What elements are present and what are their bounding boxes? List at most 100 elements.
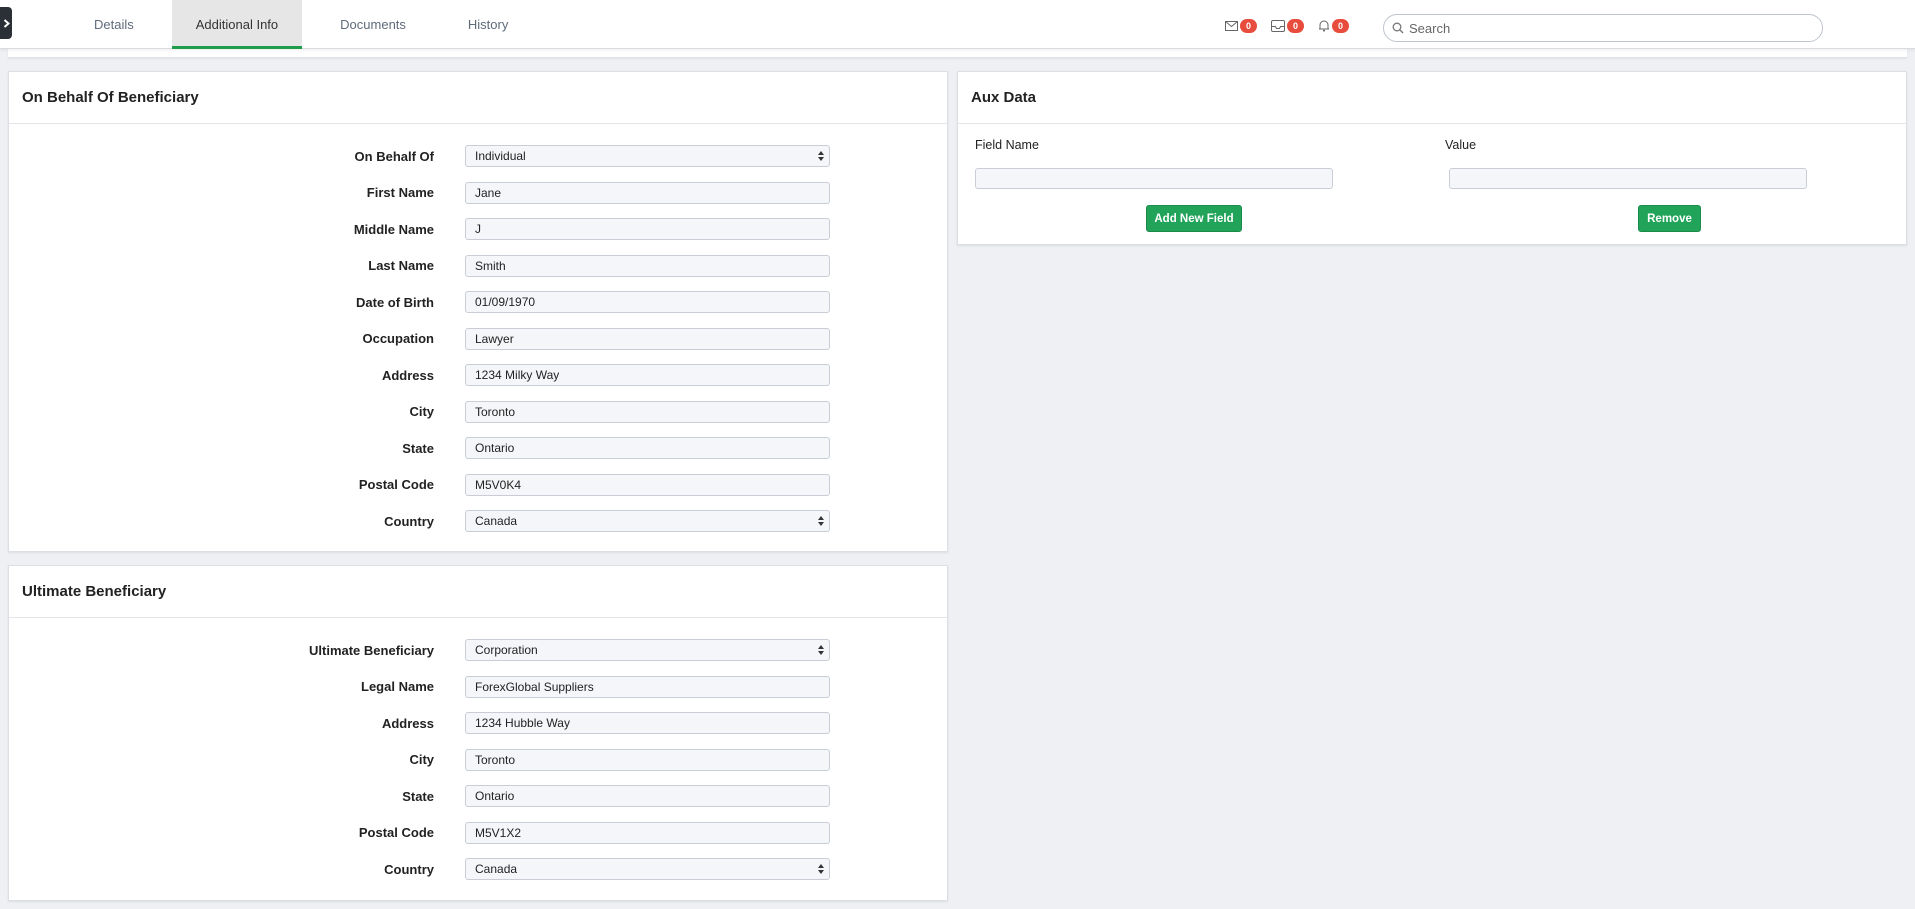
state-label: State: [402, 440, 434, 456]
bell-icon: [1319, 20, 1329, 32]
search-box[interactable]: [1383, 14, 1823, 42]
address-field[interactable]: 1234 Hubble Way: [465, 712, 830, 735]
aux-value-input[interactable]: [1449, 168, 1807, 189]
form-row-middle-name: Middle Name J: [9, 211, 947, 248]
sidebar-toggle-button[interactable]: [0, 7, 12, 39]
postal-code-field[interactable]: M5V0K4: [465, 473, 830, 496]
tab-bar: Details Additional Info Documents Histor…: [70, 0, 546, 49]
date-of-birth-field[interactable]: 01/09/1970: [465, 291, 830, 314]
form-row-date-of-birth: Date of Birth 01/09/1970: [9, 284, 947, 321]
tab-documents[interactable]: Documents: [316, 0, 430, 49]
city-value: Toronto: [475, 404, 516, 419]
address-value: 1234 Milky Way: [475, 368, 560, 383]
form-row-city: City Toronto: [9, 394, 947, 431]
postal-code-value: M5V0K4: [475, 477, 522, 492]
on-behalf-form: On Behalf Of Individual First Name Jane Midd…: [9, 124, 947, 540]
search-icon: [1392, 22, 1404, 34]
top-bar: Details Additional Info Documents Histor…: [0, 0, 1915, 49]
city-field[interactable]: Toronto: [465, 748, 830, 771]
state-field[interactable]: Ontario: [465, 785, 830, 808]
country-value: Canada: [475, 862, 518, 877]
panel-title: Ultimate Beneficiary: [9, 566, 947, 618]
form-row-city: City Toronto: [9, 742, 947, 779]
ultimate-beneficiary-form: Ultimate Beneficiary Corporation Legal Nam…: [9, 618, 947, 888]
occupation-value: Lawyer: [475, 331, 514, 346]
legal-name-label: Legal Name: [361, 679, 434, 695]
middle-name-value: J: [475, 222, 481, 237]
ultimate-beneficiary-panel: Ultimate Beneficiary Ultimate Beneficiar…: [8, 565, 948, 901]
date-of-birth-label: Date of Birth: [356, 294, 434, 310]
form-row-country: Country Canada: [9, 503, 947, 540]
legal-name-value: ForexGlobal Suppliers: [475, 679, 594, 694]
aux-data-panel: Aux Data Field Name Value Add New Field …: [957, 71, 1907, 245]
postal-code-label: Postal Code: [358, 825, 434, 841]
search-input[interactable]: [1409, 20, 1809, 36]
last-name-field[interactable]: Smith: [465, 254, 830, 277]
on-behalf-of-value: Individual: [475, 149, 526, 164]
form-row-state: State Ontario: [9, 430, 947, 467]
legal-name-field[interactable]: ForexGlobal Suppliers: [465, 675, 830, 698]
chevron-right-icon: [3, 18, 10, 28]
value-header: Value: [1445, 138, 1477, 152]
occupation-field[interactable]: Lawyer: [465, 327, 830, 350]
middle-name-label: Middle Name: [353, 221, 434, 237]
city-field[interactable]: Toronto: [465, 400, 830, 423]
select-arrows-icon: [818, 645, 824, 656]
form-row-state: State Ontario: [9, 778, 947, 815]
address-label: Address: [381, 367, 434, 383]
city-label: City: [409, 404, 434, 420]
form-row-first-name: First Name Jane: [9, 175, 947, 212]
aux-field-name-input[interactable]: [975, 168, 1333, 189]
postal-code-field[interactable]: M5V1X2: [465, 821, 830, 844]
on-behalf-of-label: On Behalf Of: [354, 148, 434, 164]
country-label: Country: [384, 513, 434, 529]
country-label: Country: [384, 861, 434, 877]
middle-name-field[interactable]: J: [465, 218, 830, 241]
notification-area: 0 0 0: [1225, 19, 1363, 33]
postal-code-value: M5V1X2: [475, 825, 522, 840]
state-value: Ontario: [475, 441, 515, 456]
ultimate-beneficiary-select[interactable]: Corporation: [465, 639, 830, 662]
ultimate-beneficiary-value: Corporation: [475, 643, 538, 658]
country-select[interactable]: Canada: [465, 510, 830, 533]
form-row-address: Address 1234 Hubble Way: [9, 705, 947, 742]
envelope-icon: [1225, 21, 1238, 31]
on-behalf-of-select[interactable]: Individual: [465, 145, 830, 168]
messages-button[interactable]: 0: [1225, 19, 1257, 33]
city-value: Toronto: [475, 752, 516, 767]
form-row-postal-code: Postal Code M5V0K4: [9, 467, 947, 504]
address-label: Address: [381, 715, 434, 731]
tab-details[interactable]: Details: [70, 0, 158, 49]
add-new-field-button[interactable]: Add New Field: [1146, 205, 1242, 232]
messages-count-badge: 0: [1240, 19, 1257, 33]
form-row-address: Address 1234 Milky Way: [9, 357, 947, 394]
ultimate-beneficiary-label: Ultimate Beneficiary: [309, 642, 434, 658]
panel-title: Aux Data: [958, 72, 1906, 124]
alerts-button[interactable]: 0: [1318, 19, 1349, 33]
form-row-legal-name: Legal Name ForexGlobal Suppliers: [9, 669, 947, 706]
inbox-icon: [1271, 20, 1285, 32]
panel-title: On Behalf Of Beneficiary: [9, 72, 947, 124]
inbox-button[interactable]: 0: [1271, 19, 1304, 33]
country-select[interactable]: Canada: [465, 858, 830, 881]
date-of-birth-value: 01/09/1970: [475, 295, 536, 310]
address-value: 1234 Hubble Way: [475, 716, 570, 731]
field-name-header: Field Name: [975, 138, 1039, 152]
state-value: Ontario: [475, 789, 515, 804]
first-name-label: First Name: [366, 185, 434, 201]
first-name-field[interactable]: Jane: [465, 181, 830, 204]
tab-history[interactable]: History: [444, 0, 532, 49]
state-field[interactable]: Ontario: [465, 437, 830, 460]
form-row-last-name: Last Name Smith: [9, 248, 947, 285]
remove-button[interactable]: Remove: [1638, 205, 1701, 232]
alerts-count-badge: 0: [1332, 19, 1349, 33]
last-name-label: Last Name: [368, 258, 434, 274]
top-summary-strip: [8, 49, 1907, 58]
address-field[interactable]: 1234 Milky Way: [465, 364, 830, 387]
city-label: City: [409, 752, 434, 768]
tab-additional-info[interactable]: Additional Info: [171, 0, 303, 49]
last-name-value: Smith: [475, 258, 506, 273]
on-behalf-panel: On Behalf Of Beneficiary On Behalf Of Ind…: [8, 71, 948, 552]
form-row-ultimate-beneficiary: Ultimate Beneficiary Corporation: [9, 632, 947, 669]
select-arrows-icon: [818, 151, 824, 162]
